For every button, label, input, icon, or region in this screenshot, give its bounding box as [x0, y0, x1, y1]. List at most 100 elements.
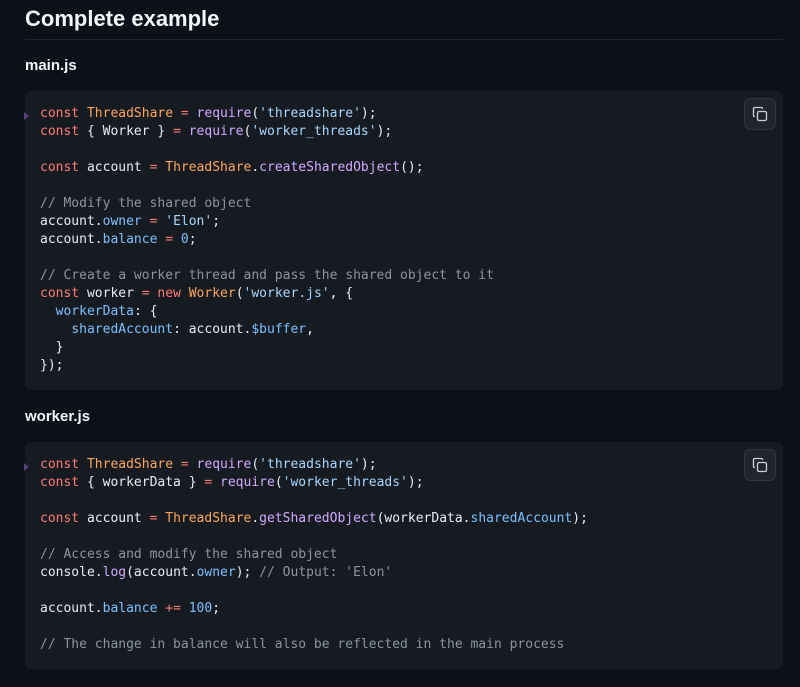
- code-token: ;: [188, 232, 197, 247]
- code-token: : {: [133, 304, 158, 319]
- code-token: sharedAccount: [71, 322, 174, 337]
- heading-divider: [25, 39, 783, 40]
- code-token: require: [196, 457, 252, 472]
- code-line: const ThreadShare = require('threadshare…: [40, 456, 588, 474]
- code-line: account.owner = 'Elon';: [40, 213, 494, 231]
- code-token: (: [274, 475, 283, 490]
- copy-button[interactable]: [744, 98, 776, 130]
- code-token: createSharedObject: [259, 160, 401, 175]
- copy-icon: [752, 106, 768, 122]
- code-token: account.: [40, 601, 103, 616]
- code-line: const { workerData } = require('worker_t…: [40, 474, 588, 492]
- code-line: // Modify the shared object: [40, 195, 494, 213]
- code-token: const: [40, 511, 87, 526]
- code-token: require: [196, 106, 252, 121]
- code-token: );: [407, 475, 424, 490]
- code-token: // The change in balance will also be re…: [40, 637, 565, 652]
- code-line: // Access and modify the shared object: [40, 546, 588, 564]
- code-token: owner: [196, 565, 236, 580]
- code-token: account.: [40, 214, 103, 229]
- code-token: ThreadShare: [165, 160, 252, 175]
- code-token: // Output: 'Elon': [259, 565, 393, 580]
- code-token: account: [86, 511, 150, 526]
- copy-button[interactable]: [744, 449, 776, 481]
- code-token: .: [251, 511, 260, 526]
- code-token: // Create a worker thread and pass the s…: [40, 268, 494, 283]
- code-token: require: [220, 475, 275, 490]
- code-token: 100: [188, 601, 213, 616]
- code-token: ThreadShare: [86, 457, 174, 472]
- code-token: 'Elon': [165, 214, 213, 229]
- code-token: =: [173, 106, 197, 121]
- code-token: );: [235, 565, 260, 580]
- code-token: new: [157, 286, 189, 301]
- code-token: workerData: [55, 304, 134, 319]
- code-line: account.balance += 100;: [40, 600, 588, 618]
- line-marker: [24, 112, 29, 120]
- code-token: ,: [306, 322, 314, 337]
- code-line: const account = ThreadShare.getSharedObj…: [40, 510, 588, 528]
- code-token: const: [40, 286, 87, 301]
- code-token: const: [40, 160, 87, 175]
- code-token: });: [40, 358, 64, 373]
- code-token: );: [376, 124, 393, 139]
- file-title-worker-js: worker.js: [25, 408, 91, 425]
- code-token: require: [188, 124, 244, 139]
- code-token: =: [157, 232, 181, 247]
- code-token: { workerData }: [86, 475, 205, 490]
- code-token: );: [360, 106, 377, 121]
- code-token: ThreadShare: [86, 106, 174, 121]
- code-token: owner: [102, 214, 142, 229]
- code-token: sharedAccount: [470, 511, 573, 526]
- code-token: const: [40, 124, 87, 139]
- code-token: +=: [157, 601, 189, 616]
- code-token: worker: [86, 286, 142, 301]
- code-token: =: [173, 457, 197, 472]
- code-token: Worker: [188, 286, 236, 301]
- code-line: workerData: {: [40, 303, 494, 321]
- line-marker: [24, 463, 29, 471]
- code-line: // The change in balance will also be re…: [40, 636, 588, 654]
- code-token: account: [86, 160, 150, 175]
- code-token: =: [141, 214, 166, 229]
- code-line: }: [40, 339, 494, 357]
- code-block-worker-js: const ThreadShare = require('threadshare…: [24, 442, 783, 669]
- code-token: (: [251, 457, 260, 472]
- code-token: balance: [102, 601, 158, 616]
- code-token: , {: [329, 286, 354, 301]
- code-token: (: [251, 106, 260, 121]
- code-token: ;: [212, 601, 221, 616]
- code-token: 'worker.js': [243, 286, 330, 301]
- code-token: );: [572, 511, 588, 526]
- code-token: const: [40, 106, 87, 121]
- code-token: account.: [40, 232, 103, 247]
- code-content: const ThreadShare = require('threadshare…: [40, 105, 494, 375]
- code-token: }: [40, 340, 64, 355]
- copy-icon: [752, 457, 768, 473]
- code-token: log: [102, 565, 127, 580]
- code-line: sharedAccount: account.$buffer,: [40, 321, 494, 339]
- code-token: // Modify the shared object: [40, 196, 252, 211]
- code-token: ;: [212, 214, 221, 229]
- code-line: account.balance = 0;: [40, 231, 494, 249]
- code-token: 'threadshare': [259, 457, 361, 472]
- code-token: 0: [180, 232, 189, 247]
- code-token: =: [149, 160, 166, 175]
- code-line: // Create a worker thread and pass the s…: [40, 267, 494, 285]
- code-token: balance: [102, 232, 158, 247]
- code-token: { Worker }: [86, 124, 174, 139]
- code-line: const worker = new Worker('worker.js', {: [40, 285, 494, 303]
- code-token: ();: [400, 160, 424, 175]
- code-token: .: [251, 160, 260, 175]
- code-token: =: [141, 286, 158, 301]
- code-token: (account.: [126, 565, 197, 580]
- code-token: 'threadshare': [259, 106, 361, 121]
- code-token: ThreadShare: [165, 511, 252, 526]
